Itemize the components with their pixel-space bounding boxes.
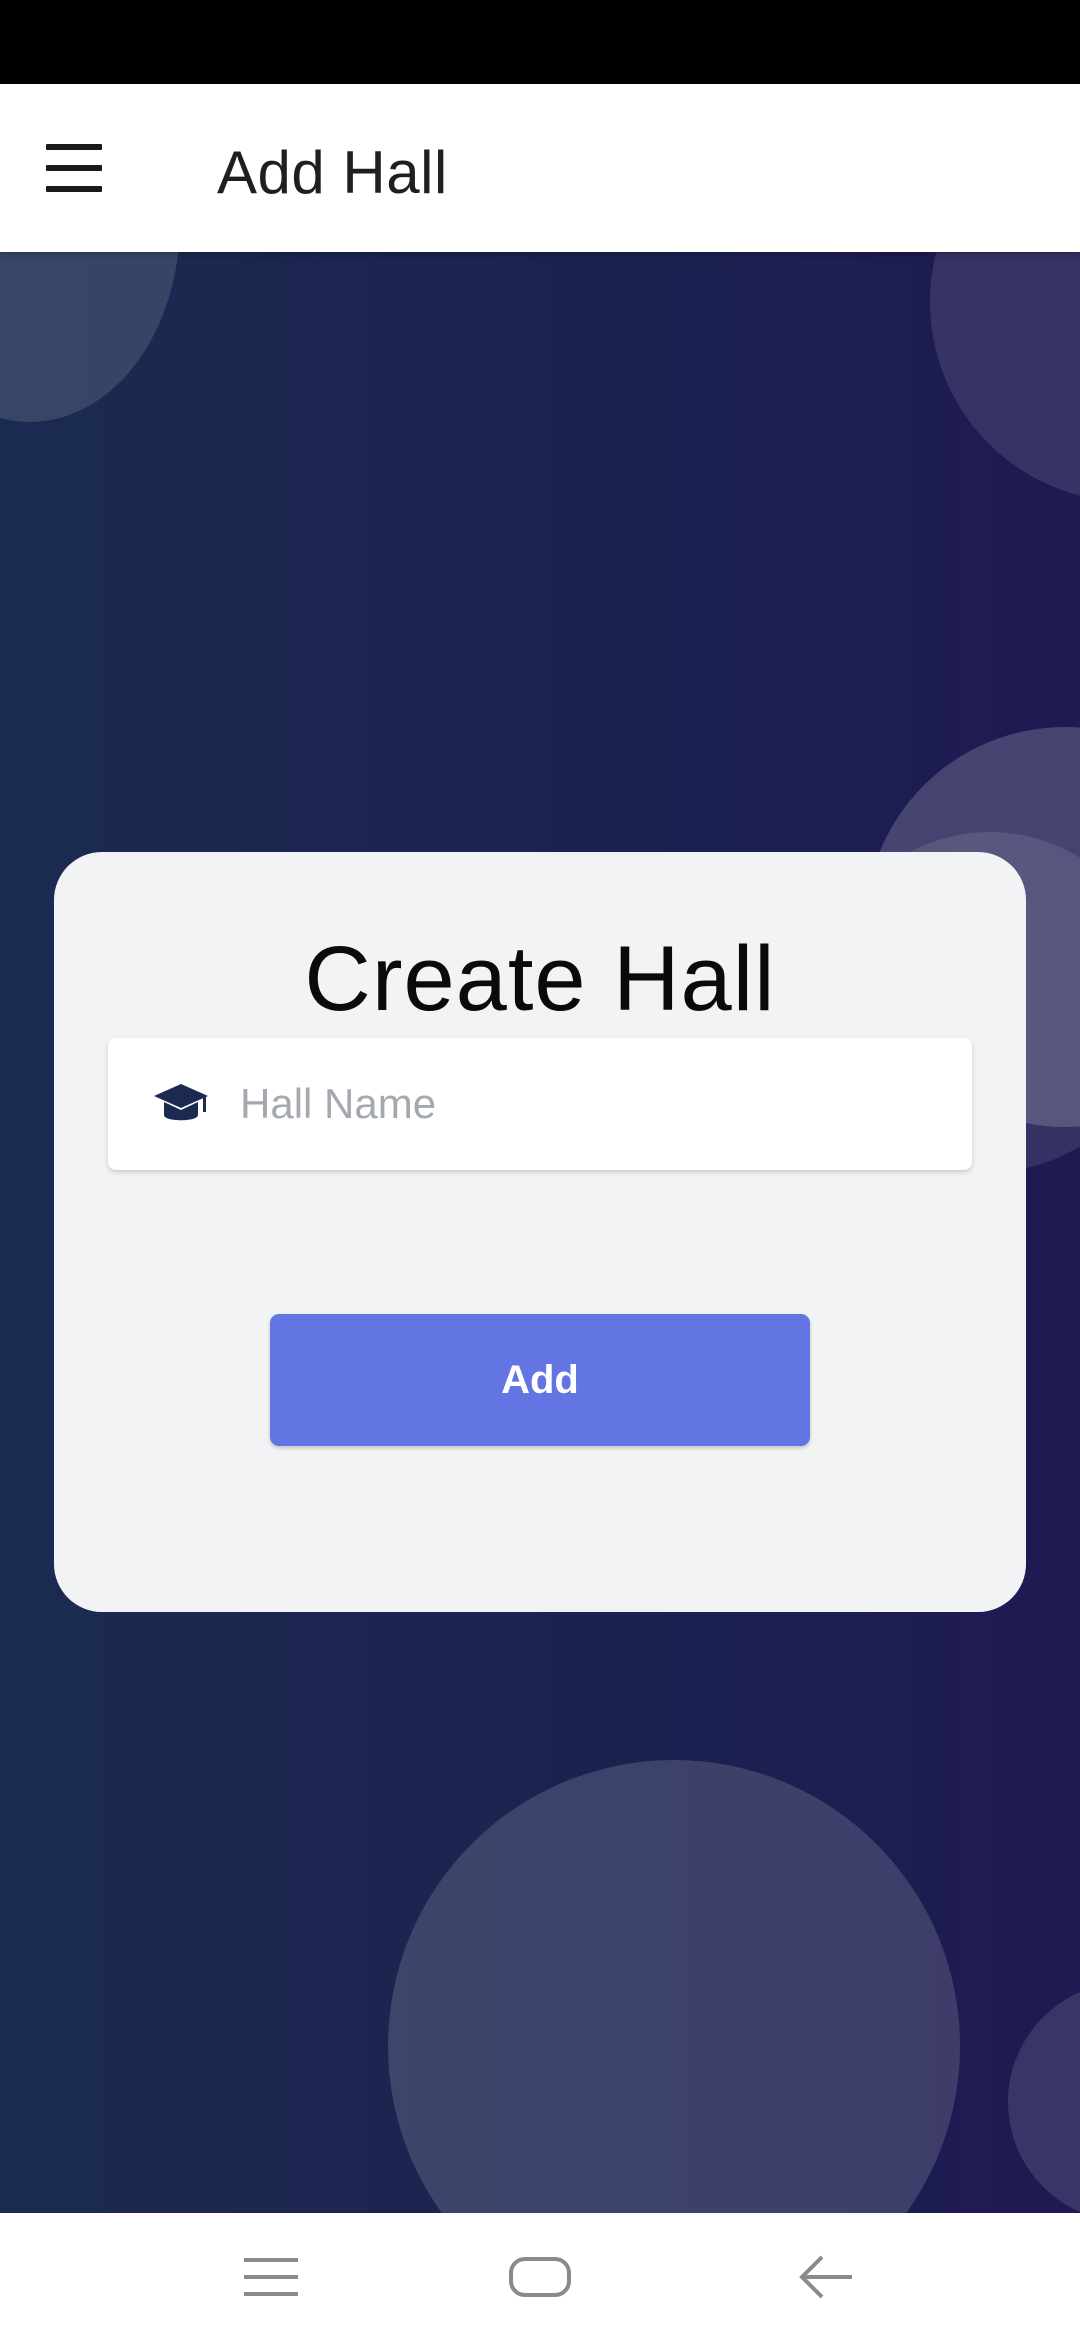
- add-button[interactable]: Add: [270, 1314, 810, 1446]
- decorative-bubble: [930, 252, 1080, 502]
- hall-name-field[interactable]: [108, 1038, 972, 1170]
- decorative-bubble: [0, 252, 180, 422]
- recents-icon[interactable]: [244, 2258, 298, 2296]
- decorative-bubble: [1008, 1982, 1080, 2213]
- graduation-cap-icon: [154, 1084, 208, 1121]
- hamburger-menu-icon[interactable]: [46, 144, 112, 192]
- decorative-bubble: [388, 1760, 960, 2213]
- system-nav-bar: [0, 2213, 1080, 2340]
- create-hall-card: Create Hall Add: [54, 852, 1026, 1612]
- home-icon[interactable]: [509, 2257, 571, 2297]
- hall-name-input[interactable]: [240, 1038, 940, 1170]
- page-title: Add Hall: [217, 139, 448, 206]
- app-bar: Add Hall: [0, 84, 1080, 252]
- back-arrow-icon[interactable]: [796, 2253, 856, 2301]
- card-title: Create Hall: [304, 928, 776, 1030]
- status-bar: [0, 0, 1080, 84]
